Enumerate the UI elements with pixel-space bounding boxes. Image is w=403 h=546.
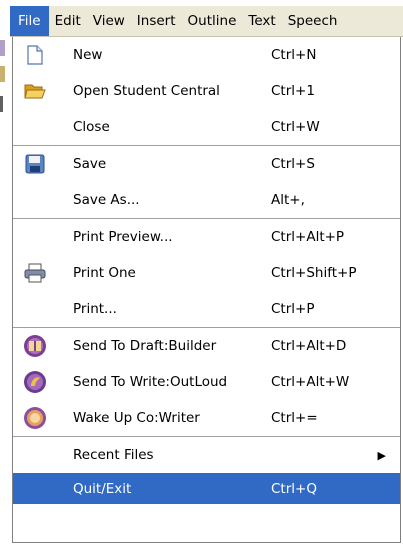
menu-item-label: Save	[73, 156, 107, 172]
file-menu-dropdown: New Ctrl+N Open Student Central Ctrl+1 C…	[12, 37, 401, 543]
background-fragment	[0, 40, 5, 56]
menu-item-shortcut: Alt+,	[271, 192, 305, 208]
menu-item-shortcut: Ctrl+Alt+D	[271, 338, 347, 354]
menu-item-shortcut: Ctrl+P	[271, 301, 315, 317]
menu-item-shortcut: Ctrl+W	[271, 119, 320, 135]
icon-placeholder	[13, 473, 57, 504]
background-fragment	[0, 66, 5, 82]
menu-item-shortcut: Ctrl+Q	[271, 480, 317, 497]
icon-placeholder	[13, 437, 57, 473]
menu-item-label: Save As...	[73, 192, 140, 208]
menu-text[interactable]: Text	[242, 6, 281, 36]
menu-item-label: Print...	[73, 301, 117, 317]
menu-item-shortcut: Ctrl+=	[271, 410, 318, 426]
menu-item-save[interactable]: Save Ctrl+S	[13, 146, 400, 182]
menu-item-label: New	[73, 47, 103, 63]
open-folder-icon	[13, 73, 57, 109]
menu-item-label: Send To Draft:Builder	[73, 338, 217, 354]
menu-item-save-as[interactable]: Save As... Alt+,	[13, 182, 400, 218]
menu-item-open-student-central[interactable]: Open Student Central Ctrl+1	[13, 73, 400, 109]
menu-bar: File Edit View Insert Outline Text Speec…	[10, 6, 403, 37]
menu-view[interactable]: View	[87, 6, 131, 36]
menu-item-quit-exit[interactable]: Quit/Exit Ctrl+Q	[13, 473, 400, 504]
menu-item-label: Open Student Central	[73, 83, 220, 99]
menu-speech[interactable]: Speech	[282, 6, 344, 36]
floppy-disk-icon	[13, 146, 57, 182]
menu-item-send-to-draft-builder[interactable]: Send To Draft:Builder Ctrl+Alt+D	[13, 328, 400, 364]
menu-item-label: Print One	[73, 265, 136, 281]
menu-item-shortcut: Ctrl+N	[271, 47, 317, 63]
new-document-icon	[13, 37, 57, 73]
menu-item-wake-up-co-writer[interactable]: Wake Up Co:Writer Ctrl+=	[13, 400, 400, 436]
write-outloud-icon	[13, 364, 57, 400]
menu-item-new[interactable]: New Ctrl+N	[13, 37, 400, 73]
menu-insert[interactable]: Insert	[131, 6, 182, 36]
menu-item-send-to-write-outloud[interactable]: Send To Write:OutLoud Ctrl+Alt+W	[13, 364, 400, 400]
menu-item-shortcut: Ctrl+Alt+P	[271, 229, 345, 245]
co-writer-icon	[13, 400, 57, 436]
background-fragment	[0, 96, 3, 112]
menu-item-print-preview[interactable]: Print Preview... Ctrl+Alt+P	[13, 219, 400, 255]
menu-item-shortcut: Ctrl+S	[271, 156, 315, 172]
icon-placeholder	[13, 219, 57, 255]
menu-item-print[interactable]: Print... Ctrl+P	[13, 291, 400, 327]
draft-builder-icon	[13, 328, 57, 364]
menu-item-label: Quit/Exit	[73, 480, 132, 497]
menu-item-label: Print Preview...	[73, 229, 173, 245]
icon-placeholder	[13, 109, 57, 145]
menu-item-close[interactable]: Close Ctrl+W	[13, 109, 400, 145]
printer-icon	[13, 255, 57, 291]
menu-item-print-one[interactable]: Print One Ctrl+Shift+P	[13, 255, 400, 291]
menu-item-label: Send To Write:OutLoud	[73, 374, 228, 390]
menu-item-label: Close	[73, 119, 110, 135]
submenu-arrow-icon: ▶	[377, 448, 386, 462]
menu-item-shortcut: Ctrl+Shift+P	[271, 265, 357, 281]
menu-file[interactable]: File	[10, 6, 49, 36]
icon-placeholder	[13, 182, 57, 218]
menu-item-label: Recent Files	[73, 447, 154, 463]
menu-item-label: Wake Up Co:Writer	[73, 410, 200, 426]
menu-outline[interactable]: Outline	[182, 6, 243, 36]
menu-edit[interactable]: Edit	[49, 6, 87, 36]
icon-placeholder	[13, 291, 57, 327]
menu-item-recent-files[interactable]: Recent Files ▶	[13, 437, 400, 473]
menu-item-shortcut: Ctrl+1	[271, 83, 315, 99]
background-window-edge	[0, 0, 12, 546]
menu-item-shortcut: Ctrl+Alt+W	[271, 374, 350, 390]
